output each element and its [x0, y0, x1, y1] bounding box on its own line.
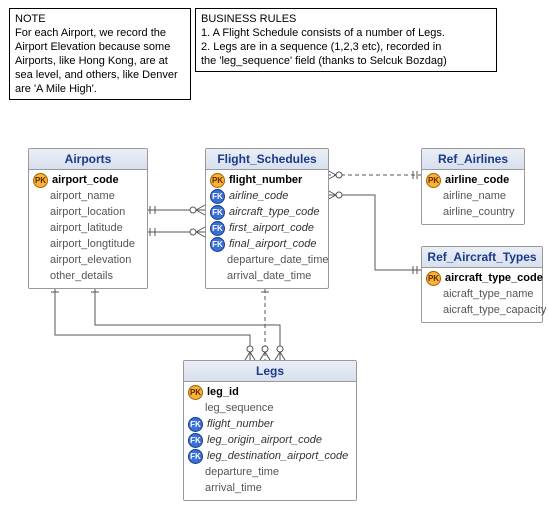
fk-icon: FK	[188, 433, 203, 448]
entity-title: Flight_Schedules	[206, 149, 328, 170]
field-name: airline_code	[445, 174, 509, 186]
field-name: aicraft_type_name	[443, 288, 534, 300]
note-text: NOTE For each Airport, we record the Air…	[15, 13, 178, 95]
entity-title: Ref_Airlines	[422, 149, 524, 170]
note-text: BUSINESS RULES 1. A Flight Schedule cons…	[201, 13, 447, 67]
field-row: airport_name	[33, 188, 143, 204]
field-row: airport_elevation	[33, 252, 143, 268]
pk-icon: PK	[426, 271, 441, 286]
entity-fields: PK flight_number FK airline_code FK aircraft_…	[206, 170, 328, 288]
entity-airports: Airports PK airport_code airport_nameairpo…	[28, 148, 148, 289]
field-row: arrival_time	[188, 480, 352, 496]
field-name: airport_location	[50, 206, 125, 218]
field-name: flight_number	[229, 174, 302, 186]
entity-fields: PK airport_code airport_name airport_locati…	[29, 170, 147, 288]
field-name: departure_time	[205, 466, 279, 478]
field-row: PK leg_id	[188, 384, 352, 400]
field-name: departure_date_time	[227, 254, 329, 266]
field-row: departure_date_time	[210, 252, 324, 268]
field-row: FK flight_number	[188, 416, 352, 432]
field-name: airport_latitude	[50, 222, 123, 234]
field-row: FK aircraft_type_code	[210, 204, 324, 220]
fk-icon: FK	[210, 205, 225, 220]
field-row: PK flight_number	[210, 172, 324, 188]
field-name: arrival_date_time	[227, 270, 311, 282]
entity-ref-airlines: Ref_Airlines PK airline_code airline_namea…	[421, 148, 525, 225]
field-name: airport_longtitude	[50, 238, 135, 250]
field-name: airline_name	[443, 190, 506, 202]
note-airport-elevation: NOTE For each Airport, we record the Air…	[9, 8, 191, 100]
field-name: airport_elevation	[50, 254, 131, 266]
fk-icon: FK	[188, 449, 203, 464]
entity-fields: PKaircraft_type_codeaicraft_type_nameaic…	[422, 268, 542, 322]
field-row: PKaircraft_type_code	[426, 270, 538, 286]
field-name: arrival_time	[205, 482, 262, 494]
fk-icon: FK	[188, 417, 203, 432]
field-row: aicraft_type_name	[426, 286, 538, 302]
field-row: airport_location	[33, 204, 143, 220]
field-name: flight_number	[207, 418, 274, 430]
note-business-rules: BUSINESS RULES 1. A Flight Schedule cons…	[195, 8, 497, 72]
entity-ref-aircraft-types: Ref_Aircraft_Types PKaircraft_type_codea…	[421, 246, 543, 323]
field-row: airport_longtitude	[33, 236, 143, 252]
field-name: airport_name	[50, 190, 115, 202]
field-row: arrival_date_time	[210, 268, 324, 284]
pk-icon: PK	[426, 173, 441, 188]
field-row: departure_time	[188, 464, 352, 480]
field-name: aircraft_type_code	[229, 206, 320, 218]
entity-fields: PK airline_code airline_name airline_countr…	[422, 170, 524, 224]
fk-icon: FK	[210, 221, 225, 236]
pk-icon: PK	[33, 173, 48, 188]
entity-flight-schedules: Flight_Schedules PK flight_number FK airlin…	[205, 148, 329, 289]
field-name: airport_code	[52, 174, 119, 186]
field-name: leg_origin_airport_code	[207, 434, 322, 446]
field-name: aicraft_type_capacity	[443, 304, 546, 316]
field-row: PK airport_code	[33, 172, 143, 188]
field-row: FK first_airport_code	[210, 220, 324, 236]
field-name: first_airport_code	[229, 222, 314, 234]
field-name: aircraft_type_code	[445, 272, 543, 284]
field-row: airport_latitude	[33, 220, 143, 236]
field-row: airline_country	[426, 204, 520, 220]
field-name: leg_sequence	[205, 402, 274, 414]
field-row: aicraft_type_capacity	[426, 302, 538, 318]
entity-title: Ref_Aircraft_Types	[422, 247, 542, 268]
field-name: other_details	[50, 270, 113, 282]
field-row: FK final_airport_code	[210, 236, 324, 252]
field-name: airline_code	[229, 190, 288, 202]
fk-icon: FK	[210, 189, 225, 204]
entity-title: Legs	[184, 361, 356, 382]
field-row: FK leg_destination_airport_code	[188, 448, 352, 464]
field-row: FK leg_origin_airport_code	[188, 432, 352, 448]
field-row: leg_sequence	[188, 400, 352, 416]
field-name: airline_country	[443, 206, 515, 218]
pk-icon: PK	[188, 385, 203, 400]
pk-icon: PK	[210, 173, 225, 188]
entity-title: Airports	[29, 149, 147, 170]
field-name: leg_destination_airport_code	[207, 450, 348, 462]
field-row: PK airline_code	[426, 172, 520, 188]
field-row: FK airline_code	[210, 188, 324, 204]
fk-icon: FK	[210, 237, 225, 252]
field-row: other_details	[33, 268, 143, 284]
entity-fields: PKleg_idleg_sequenceFKflight_numberFKleg…	[184, 382, 356, 500]
field-name: leg_id	[207, 386, 239, 398]
field-name: final_airport_code	[229, 238, 316, 250]
field-row: airline_name	[426, 188, 520, 204]
entity-legs: Legs PKleg_idleg_sequenceFKflight_number…	[183, 360, 357, 501]
